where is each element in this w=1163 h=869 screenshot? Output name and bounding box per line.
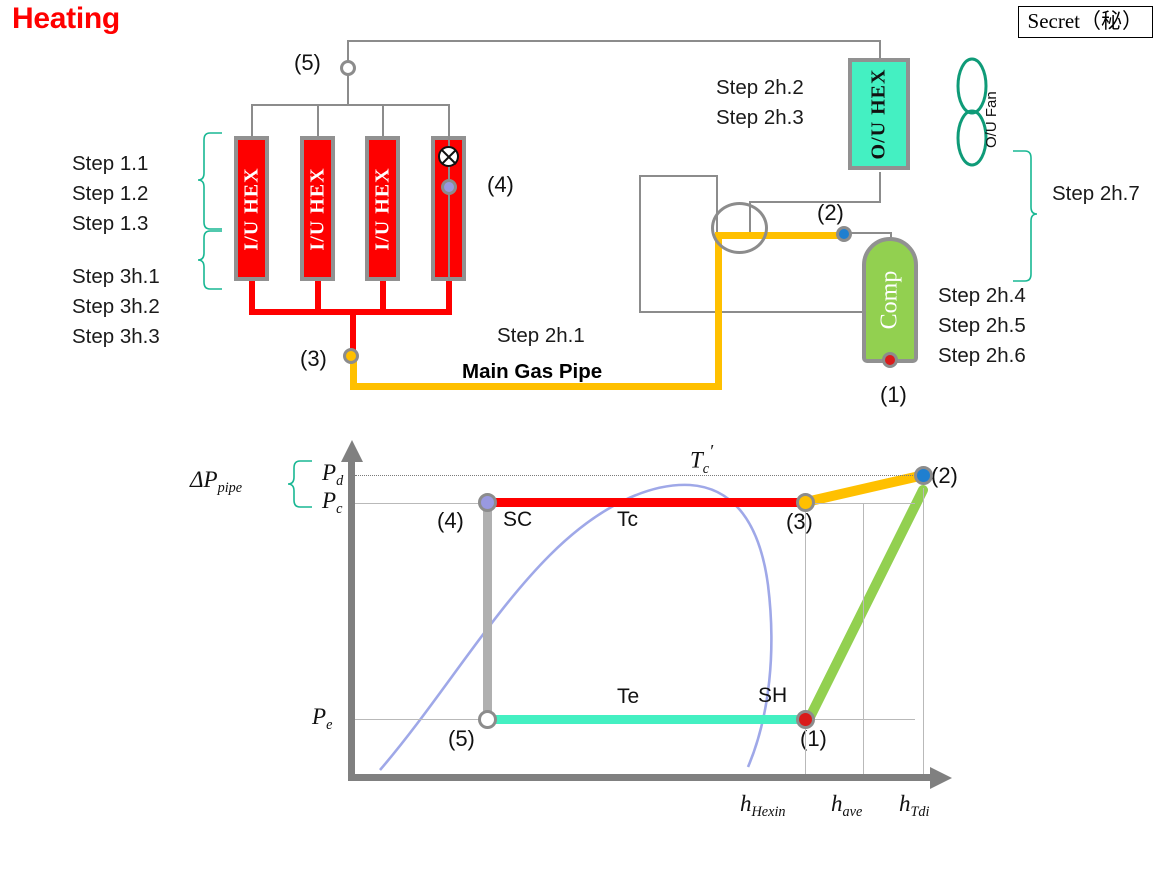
x-tick-hexin: hHexin: [740, 791, 786, 820]
node-3-marker: [343, 348, 359, 364]
outdoor-fan-label: O/U Fan: [983, 91, 1000, 148]
step-3h-2: Step 3h.2: [72, 295, 160, 318]
system-schematic: I/U HEX I/U HEX I/U HEX O/U HEX O/U Fan …: [0, 0, 1163, 430]
x-tick-have: have: [831, 791, 863, 820]
pipe-iu1-drop: [251, 104, 254, 136]
x-axis: [348, 774, 938, 781]
node-2-label: (2): [817, 200, 844, 225]
y-axis: [348, 460, 355, 780]
compressor-unit[interactable]: Comp: [862, 237, 918, 363]
ph-diagram: (4) (3) (2) (5) (1) SC Tc Te SH Tc′ Pd P…: [0, 430, 1163, 869]
node-5-marker: [340, 60, 356, 76]
chart-point-2: [914, 466, 933, 485]
chart-point-3: [796, 493, 815, 512]
step-2h-1: Step 2h.1: [497, 324, 585, 347]
expansion-valve-icon: [438, 146, 459, 167]
liquid-pipe-iu4: [446, 281, 452, 309]
condensing-temp-label: Tc: [617, 508, 638, 531]
indoor-hex-unit-3[interactable]: I/U HEX: [365, 136, 400, 281]
node-2-marker: [836, 226, 852, 242]
chart-point-4: [478, 493, 497, 512]
superheat-label: SH: [758, 684, 788, 707]
step-3h-3: Step 3h.3: [72, 325, 160, 348]
y-tick-pd: Pd: [322, 460, 344, 489]
pipe-iu4-drop: [448, 104, 451, 136]
step-3h-1: Step 3h.1: [72, 265, 160, 288]
outdoor-hex-steps: Step 2h.2 Step 2h.3: [716, 73, 804, 133]
step-2h-5: Step 2h.5: [938, 314, 1026, 337]
pipe-iu2-drop: [317, 104, 320, 136]
segment-compression: [804, 485, 928, 724]
pipe-pressure-drop-label: ΔPpipe: [190, 467, 243, 496]
node-3-label: (3): [300, 346, 327, 371]
gridline-h-hexin: [805, 503, 806, 781]
step-1-2: Step 1.2: [72, 182, 149, 205]
chart-point-1: [796, 710, 815, 729]
evaporating-temp-label: Te: [617, 685, 640, 708]
ou-valve-to-hex-h: [749, 201, 881, 204]
step-2h-2: Step 2h.2: [716, 76, 804, 99]
node-1-marker: [882, 352, 898, 368]
chart-point-2-label: (2): [931, 463, 958, 488]
segment-evaporation: [487, 715, 809, 724]
outdoor-hex-unit[interactable]: O/U HEX: [848, 58, 910, 170]
gridline-h-tdi: [923, 488, 924, 781]
chart-point-3-label: (3): [786, 509, 813, 534]
node-5-label: (5): [294, 50, 321, 75]
segment-expansion: [483, 500, 492, 721]
x-tick-htdi: hTdi: [899, 791, 930, 820]
indoor-steps-brace-2: [197, 230, 222, 290]
outdoor-hex-label: O/U HEX: [867, 68, 890, 160]
step-2h-6: Step 2h.6: [938, 344, 1026, 367]
pipe-node5-down: [347, 75, 350, 105]
gas-pipe-riser: [715, 232, 722, 390]
pipe-ouhex-top-drop: [879, 40, 882, 60]
ou-hex-bottom-drop: [879, 172, 882, 202]
gas-pipe-main-horizontal: [350, 383, 722, 390]
indoor-hex-unit-1[interactable]: I/U HEX: [234, 136, 269, 281]
indoor-hex-unit-1-label: I/U HEX: [240, 166, 262, 251]
indoor-hex-unit-3-label: I/U HEX: [371, 166, 393, 251]
four-way-valve-icon: [711, 202, 768, 254]
chart-point-5: [478, 710, 497, 729]
pipe-iu3-drop: [382, 104, 385, 136]
slide-canvas: Heating Secret（秘） I/U HEX I/U HEX I/U HE…: [0, 0, 1163, 869]
liquid-pipe-iu2: [315, 281, 321, 309]
indoor-hex-unit-2[interactable]: I/U HEX: [300, 136, 335, 281]
step-1-1: Step 1.1: [72, 152, 149, 175]
liquid-pipe-iu1: [249, 281, 255, 309]
step-2h-3: Step 2h.3: [716, 106, 804, 129]
chart-point-5-label: (5): [448, 726, 475, 751]
fan-group-brace: [1013, 150, 1038, 282]
y-tick-pc: Pc: [322, 488, 343, 517]
segment-condensation: [487, 498, 809, 507]
node-1-label: (1): [880, 382, 907, 407]
critical-temp-label: Tc′: [690, 441, 714, 477]
compressor-steps: Step 2h.4 Step 2h.5 Step 2h.6: [938, 281, 1026, 371]
compressor-label: Comp: [876, 270, 903, 330]
subcool-label: SC: [503, 508, 533, 531]
step-2h-7: Step 2h.7: [1052, 182, 1140, 205]
node-4-label: (4): [487, 172, 514, 197]
indoor-steps-brace-1: [197, 132, 222, 230]
step-2h-4: Step 2h.4: [938, 284, 1026, 307]
step-1-3: Step 1.3: [72, 212, 149, 235]
pipe-drop-brace: [287, 460, 312, 508]
node-4-dot: [441, 179, 457, 195]
liquid-pipe-iu3: [380, 281, 386, 309]
indoor-hex-unit-2-label: I/U HEX: [306, 166, 328, 251]
indoor-steps-group-1: Step 1.1 Step 1.2 Step 1.3: [72, 149, 148, 239]
ou-loop-left: [639, 175, 642, 313]
pipe-iu-manifold: [251, 104, 449, 107]
gridline-h-ave: [863, 503, 864, 781]
indoor-steps-group-2: Step 3h.1 Step 3h.2 Step 3h.3: [72, 262, 160, 352]
ou-loop-bottom: [639, 311, 884, 314]
gridline-pd: [355, 475, 925, 476]
main-gas-pipe-label: Main Gas Pipe: [462, 360, 603, 383]
pipe-top-rail: [347, 40, 881, 43]
y-tick-pe: Pe: [312, 704, 333, 733]
ou-loop-top: [639, 175, 718, 178]
chart-point-4-label: (4): [437, 508, 464, 533]
